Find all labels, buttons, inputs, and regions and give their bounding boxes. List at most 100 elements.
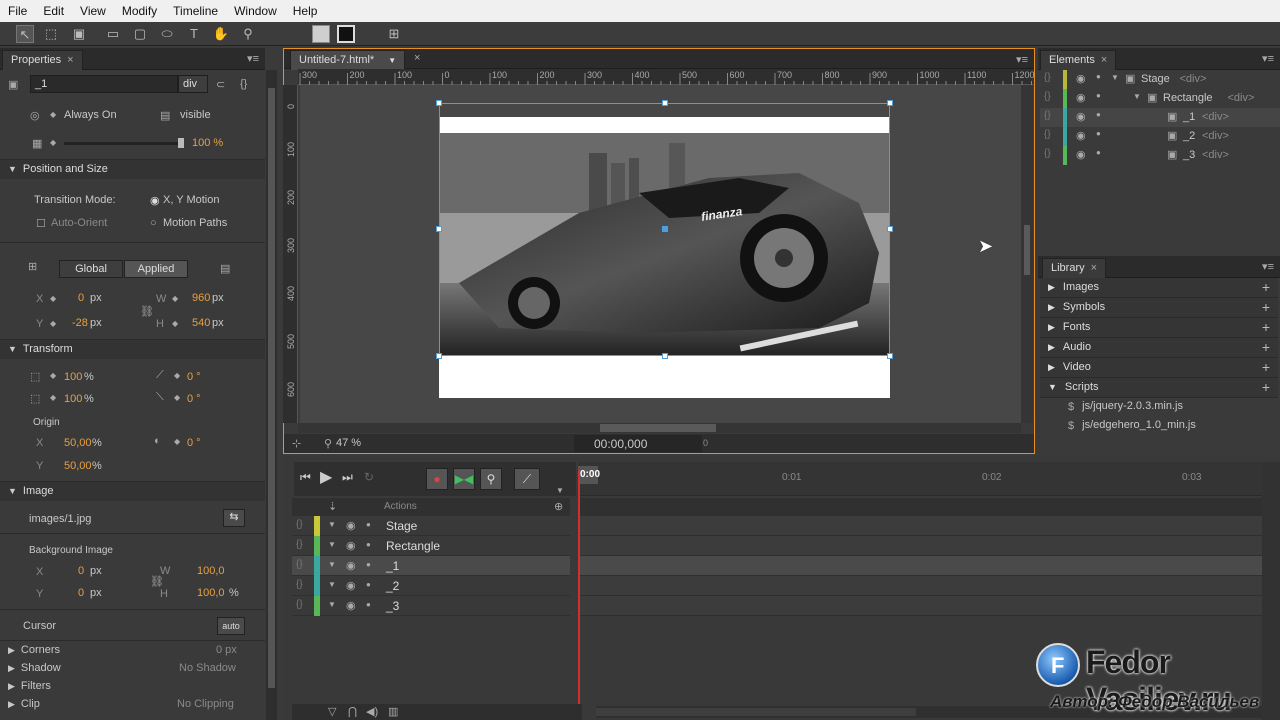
resize-handle[interactable] (662, 353, 668, 359)
code-icon[interactable]: {} (296, 559, 303, 570)
keyframe-diamond-icon[interactable]: ◆ (174, 371, 180, 380)
menu-window[interactable]: Window (226, 4, 285, 18)
code-icon[interactable]: {} (1044, 91, 1051, 102)
resize-handle[interactable] (662, 100, 668, 106)
w-value[interactable]: 960 (192, 292, 210, 304)
border-color-swatch[interactable] (337, 25, 355, 43)
stage-horizontal-scrollbar[interactable] (298, 423, 1021, 433)
checkbox-icon[interactable]: ☐ (36, 217, 46, 230)
lock-dot-icon[interactable]: ● (1096, 129, 1101, 138)
position-size-header[interactable]: ▼ Position and Size (0, 159, 265, 179)
link-dimensions-icon[interactable]: ⛓ (150, 575, 164, 588)
pin-button[interactable]: ⚲ (480, 468, 502, 490)
y-value[interactable]: -28 (72, 317, 88, 329)
lock-dot-icon[interactable]: ● (1096, 91, 1101, 100)
bg-x-value[interactable]: 0 (78, 565, 84, 577)
panel-menu-icon[interactable]: ▾≡ (1262, 260, 1274, 273)
horizontal-ruler[interactable]: 300 200 100 0 100 200 300 400 500 600 700 800 900 100… (298, 69, 1035, 85)
layout-icon[interactable]: ⊞ (385, 25, 403, 43)
keyframe-diamond-icon[interactable]: ◆ (174, 437, 180, 446)
rounded-rectangle-tool-icon[interactable]: ▢ (131, 25, 149, 43)
origin-y-value[interactable]: 50,00 (64, 460, 92, 472)
image-header[interactable]: ▼ Image (0, 481, 265, 501)
code-icon[interactable]: {} (1044, 72, 1051, 83)
global-button[interactable]: Global (59, 260, 123, 278)
sort-icon[interactable]: ⇣ (328, 500, 337, 513)
filter-icon[interactable]: ▽ (328, 705, 336, 718)
resize-handle[interactable] (887, 226, 893, 232)
timeline-track[interactable] (578, 576, 1262, 596)
scrollbar-thumb[interactable] (268, 88, 275, 688)
element-row[interactable]: {} ◉ ● ▼ ▣ Rectangle <div> (1040, 89, 1280, 108)
library-section-fonts[interactable]: ▶ Fonts + (1040, 318, 1278, 338)
vertical-ruler[interactable]: 0 100 200 300 400 500 600 (283, 85, 298, 423)
menu-modify[interactable]: Modify (114, 4, 165, 18)
timeline-layer-row[interactable]: {} ▼ ◉ ● _3 (292, 596, 570, 616)
script-item[interactable]: $ js/jquery-2.0.3.min.js (1068, 400, 1183, 418)
menu-timeline[interactable]: Timeline (165, 4, 226, 18)
bg-y-value[interactable]: 0 (78, 587, 84, 599)
timeline-track[interactable] (578, 536, 1262, 556)
library-section-audio[interactable]: ▶ Audio + (1040, 338, 1278, 358)
registration-icon[interactable]: ⊞ (28, 260, 37, 273)
code-icon[interactable]: {} (296, 539, 303, 550)
keyframe-diamond-icon[interactable]: ◆ (50, 319, 56, 328)
link-dimensions-icon[interactable]: ⛓ (140, 305, 154, 318)
bg-h-value[interactable]: 100,0 (197, 587, 225, 599)
keyframe-diamond-icon[interactable]: ◆ (50, 294, 56, 303)
keyframe-diamond-icon[interactable]: ◆ (50, 371, 56, 380)
library-section-symbols[interactable]: ▶ Symbols + (1040, 298, 1278, 318)
keyframe-diamond-icon[interactable]: ◆ (50, 138, 56, 147)
collapse-triangle-icon[interactable]: ▼ (328, 580, 336, 589)
properties-scrollbar[interactable] (266, 70, 277, 720)
lock-dot-icon[interactable]: ● (366, 520, 371, 529)
xy-motion-option[interactable]: X, Y Motion (163, 194, 219, 206)
tab-elements[interactable]: Elements × (1040, 50, 1117, 70)
keyframe-diamond-icon[interactable]: ◆ (50, 110, 56, 119)
element-row[interactable]: {} ◉ ● ▣ _3 <div> (1040, 146, 1280, 165)
loop-icon[interactable]: ↻ (364, 470, 374, 484)
add-icon[interactable]: + (1262, 379, 1270, 395)
units-icon[interactable]: ▤ (220, 262, 230, 275)
opacity-value[interactable]: 100 % (192, 137, 223, 149)
time-display[interactable]: 00:00,000 (574, 435, 702, 452)
element-row[interactable]: {} ◉ ● ▼ ▣ Stage <div> (1040, 70, 1280, 89)
eye-icon[interactable]: ◉ (346, 539, 356, 552)
close-icon[interactable]: × (1091, 262, 1097, 274)
opacity-slider-track[interactable] (64, 142, 182, 145)
lock-dot-icon[interactable]: ● (366, 540, 371, 549)
element-row[interactable]: {} ◉ ● ▣ _2 <div> (1040, 127, 1280, 146)
add-icon[interactable]: + (1262, 359, 1270, 375)
lock-dot-icon[interactable]: ● (1096, 110, 1101, 119)
auto-transition-button[interactable]: ▶◀ (453, 468, 475, 490)
rotation-value[interactable]: 0 ° (187, 437, 201, 449)
scrollbar-thumb[interactable] (596, 708, 916, 716)
element-type-select[interactable]: div (178, 75, 208, 93)
script-item[interactable]: $ js/edgehero_1.0_min.js (1068, 419, 1196, 437)
rectangle-tool-icon[interactable]: ▭ (104, 25, 122, 43)
eye-icon[interactable]: ◉ (346, 519, 356, 532)
tab-document[interactable]: Untitled-7.html* ▼ (290, 50, 406, 70)
overflow-value[interactable]: visible (180, 109, 211, 121)
keyframe-diamond-icon[interactable]: ◆ (50, 393, 56, 402)
eye-icon[interactable]: ◉ (346, 559, 356, 572)
resize-handle[interactable] (887, 100, 893, 106)
grid-icon[interactable]: ▥ (388, 705, 398, 718)
resize-handle[interactable] (436, 226, 442, 232)
skew-x-value[interactable]: 0 ° (187, 371, 201, 383)
eye-icon[interactable]: ◉ (1076, 72, 1086, 85)
keyframe-diamond-icon[interactable]: ◆ (172, 294, 178, 303)
scrollbar-thumb[interactable] (1024, 225, 1030, 275)
time-ruler[interactable]: 0:00 0:01 0:02 0:03 (578, 462, 1262, 496)
grid-settings-icon[interactable]: ⊹ (292, 437, 301, 450)
cursor-select[interactable]: auto (217, 617, 245, 635)
auto-orient-option[interactable]: Auto-Orient (51, 217, 107, 229)
tab-properties[interactable]: Properties × (2, 50, 83, 70)
library-section-scripts[interactable]: ▼ Scripts + (1040, 378, 1278, 398)
panel-menu-icon[interactable]: ▾≡ (1262, 52, 1274, 65)
clip-row[interactable]: ▶ Clip (8, 698, 40, 710)
corners-row[interactable]: ▶ Corners (8, 644, 60, 656)
image-source[interactable]: images/1.jpg (29, 513, 91, 525)
eye-icon[interactable]: ◉ (1076, 148, 1086, 161)
lock-dot-icon[interactable]: ● (366, 560, 371, 569)
